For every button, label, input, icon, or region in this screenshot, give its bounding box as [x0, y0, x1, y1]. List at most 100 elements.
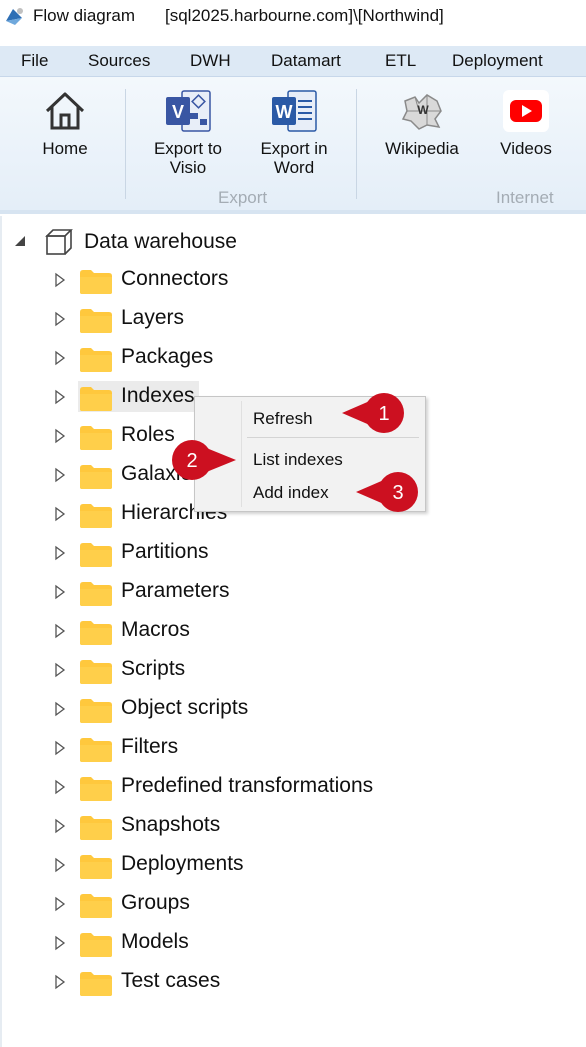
videos-button[interactable]: Videos: [494, 89, 558, 158]
export-visio-button[interactable]: V Export to Visio: [148, 89, 228, 177]
expand-arrow-icon[interactable]: [54, 389, 66, 405]
tree-node[interactable]: Predefined transformations: [54, 773, 434, 803]
expand-arrow-icon[interactable]: [54, 935, 66, 951]
expand-arrow-icon[interactable]: [54, 701, 66, 717]
callout-2-number: 2: [186, 450, 197, 472]
home-button[interactable]: Home: [34, 89, 96, 158]
youtube-icon: [503, 90, 549, 132]
expand-arrow-icon[interactable]: [54, 506, 66, 522]
expand-arrow-icon[interactable]: [54, 818, 66, 834]
menu-sources[interactable]: Sources: [88, 51, 150, 71]
tree-node[interactable]: Models: [54, 929, 434, 959]
expand-arrow-icon[interactable]: [54, 428, 66, 444]
tree-node-label: Deployments: [121, 852, 244, 875]
folder-icon: [80, 738, 112, 762]
tree-node-label: Scripts: [121, 657, 186, 680]
tree-node[interactable]: Parameters: [54, 578, 434, 608]
folder-icon: [80, 777, 112, 801]
folder-icon: [80, 270, 112, 294]
folder-icon: [80, 426, 112, 450]
tree-root-label: Data warehouse: [84, 230, 237, 253]
menu-item-add-index[interactable]: Add index: [253, 483, 329, 503]
wikipedia-button[interactable]: W Wikipedia: [380, 89, 464, 158]
window-title: Flow diagram: [33, 6, 136, 25]
tree-node[interactable]: Layers: [54, 305, 434, 335]
expand-arrow-icon[interactable]: [54, 584, 66, 600]
menu-dwh[interactable]: DWH: [190, 51, 231, 71]
export-word-label-line1: Export in: [260, 139, 328, 158]
menu-file[interactable]: File: [21, 51, 48, 71]
cube-icon: [45, 229, 73, 255]
tree-node-label: Indexes: [121, 384, 195, 407]
folder-icon: [80, 855, 112, 879]
collapse-arrow-icon[interactable]: [14, 235, 26, 247]
home-icon: [45, 92, 85, 130]
tree-node[interactable]: Scripts: [54, 656, 434, 686]
callout-2: 2: [172, 440, 236, 480]
tree-node-label: Macros: [121, 618, 190, 641]
expand-arrow-icon[interactable]: [54, 467, 66, 483]
export-visio-label-line1: Export to: [153, 139, 223, 158]
tree-node[interactable]: Groups: [54, 890, 434, 920]
internet-group-label: Internet: [496, 188, 554, 207]
tree-node-label: Layers: [121, 306, 185, 329]
folder-icon: [80, 348, 112, 372]
tree-view[interactable]: Data warehouse Connectors Layers Packages I…: [0, 216, 586, 1047]
export-word-button[interactable]: W Export in Word: [254, 89, 334, 177]
svg-text:V: V: [172, 102, 184, 122]
app-icon: [6, 8, 23, 25]
menu-item-refresh[interactable]: Refresh: [253, 409, 313, 429]
folder-icon: [80, 894, 112, 918]
tree-node[interactable]: Partitions: [54, 539, 434, 569]
expand-arrow-icon[interactable]: [54, 623, 66, 639]
expand-arrow-icon[interactable]: [54, 779, 66, 795]
expand-arrow-icon[interactable]: [54, 662, 66, 678]
folder-icon: [80, 582, 112, 606]
folder-icon: [80, 465, 112, 489]
expand-arrow-icon[interactable]: [54, 974, 66, 990]
expand-arrow-icon[interactable]: [54, 272, 66, 288]
tree-node-label: Filters: [121, 735, 179, 758]
connection-label: [sql2025.harbourne.com]\[Northwind]: [165, 6, 444, 25]
export-group-label: Export: [218, 188, 268, 207]
menu-bar: File Sources DWH Datamart ETL Deployment: [0, 46, 586, 76]
tree-node-label: Object scripts: [121, 696, 249, 719]
callout-1: 1: [342, 393, 404, 433]
home-label: Home: [42, 139, 88, 158]
context-menu-separator: [247, 437, 419, 438]
tree-node-label: Models: [121, 930, 189, 953]
wikipedia-label: Wikipedia: [385, 139, 459, 158]
tree-node-label: Packages: [121, 345, 214, 368]
tree-node[interactable]: Connectors: [54, 266, 434, 296]
tree-node[interactable]: Test cases: [54, 968, 434, 998]
tree-node[interactable]: Packages: [54, 344, 434, 374]
menu-item-list-indexes[interactable]: List indexes: [253, 450, 343, 470]
tree-node-label: Test cases: [121, 969, 221, 992]
ribbon-separator: [356, 89, 357, 199]
export-word-label-line2: Word: [273, 158, 315, 177]
word-icon: W: [272, 90, 317, 132]
expand-arrow-icon[interactable]: [54, 311, 66, 327]
expand-arrow-icon[interactable]: [54, 857, 66, 873]
tree-node-label: Parameters: [121, 579, 230, 602]
callout-1-number: 1: [378, 403, 389, 425]
tree-node[interactable]: Snapshots: [54, 812, 434, 842]
expand-arrow-icon[interactable]: [54, 350, 66, 366]
folder-icon: [80, 972, 112, 996]
menu-datamart[interactable]: Datamart: [271, 51, 341, 71]
menu-deployment[interactable]: Deployment: [452, 51, 543, 71]
tree-node[interactable]: Macros: [54, 617, 434, 647]
folder-icon: [80, 621, 112, 645]
folder-icon: [80, 933, 112, 957]
expand-arrow-icon[interactable]: [54, 896, 66, 912]
tree-node[interactable]: Filters: [54, 734, 434, 764]
tree-node[interactable]: Deployments: [54, 851, 434, 881]
wikipedia-icon: W: [401, 94, 442, 130]
videos-label: Videos: [500, 139, 552, 158]
callout-3: 3: [356, 472, 418, 512]
expand-arrow-icon[interactable]: [54, 740, 66, 756]
expand-arrow-icon[interactable]: [54, 545, 66, 561]
callout-3-number: 3: [392, 482, 403, 504]
tree-node[interactable]: Object scripts: [54, 695, 434, 725]
menu-etl[interactable]: ETL: [385, 51, 416, 71]
